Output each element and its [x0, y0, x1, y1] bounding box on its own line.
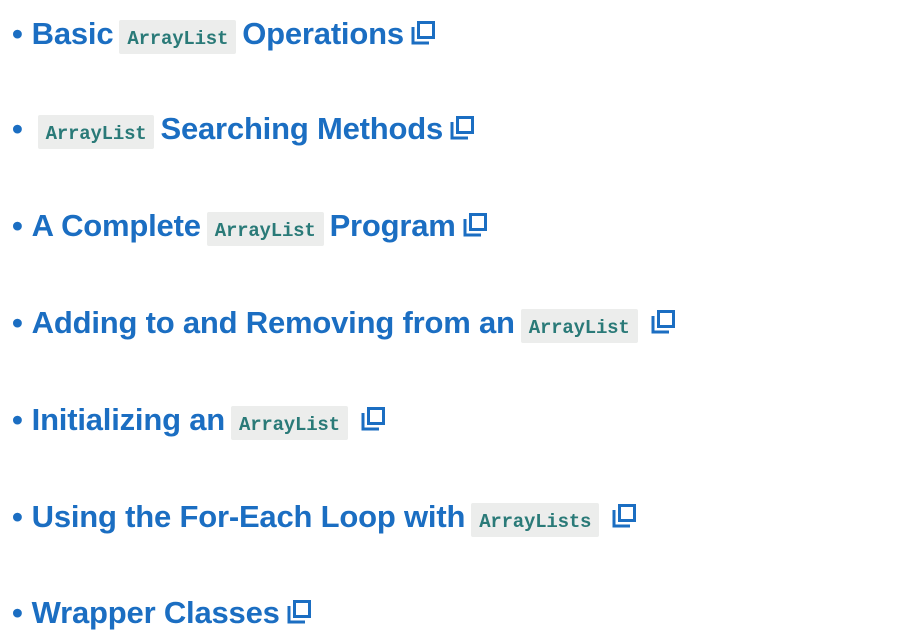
link-text: Initializing an	[31, 402, 226, 437]
list-bullet: •	[12, 208, 23, 243]
related-link[interactable]: Adding to and Removing from an ArrayList	[31, 305, 676, 343]
external-link-icon[interactable]	[410, 20, 436, 46]
list-bullet: •	[12, 305, 23, 340]
external-link-icon[interactable]	[462, 212, 488, 238]
inline-code: ArrayList	[520, 309, 638, 343]
link-text: Basic	[31, 16, 114, 51]
external-link-icon[interactable]	[360, 406, 386, 432]
inline-code: ArrayLists	[471, 503, 600, 537]
related-link[interactable]: A Complete ArrayList Program	[31, 208, 488, 246]
link-text: Searching Methods	[160, 111, 444, 146]
external-link-icon[interactable]	[650, 309, 676, 335]
list-item: • ArrayList Searching Methods	[12, 107, 475, 151]
related-link[interactable]: Basic ArrayList Operations	[31, 16, 436, 54]
list-item: • Basic ArrayList Operations	[12, 12, 436, 56]
list-item: • Adding to and Removing from an ArrayList	[12, 301, 676, 345]
link-text: Adding to and Removing from an	[31, 305, 515, 340]
list-bullet: •	[12, 111, 23, 146]
related-link[interactable]: Using the For-Each Loop with ArrayLists	[31, 499, 638, 537]
external-link-icon[interactable]	[286, 599, 312, 625]
external-link-icon[interactable]	[449, 115, 475, 141]
list-item: • Using the For-Each Loop with ArrayLists	[12, 495, 637, 539]
link-text: Program	[329, 208, 456, 243]
inline-code: ArrayList	[206, 212, 324, 246]
list-bullet: •	[12, 499, 23, 534]
related-link[interactable]: Wrapper Classes	[32, 595, 312, 631]
list-bullet: •	[12, 402, 23, 437]
link-text: Wrapper Classes	[31, 595, 280, 630]
list-item: • Wrapper Classes	[12, 591, 312, 635]
link-text: A Complete	[31, 208, 201, 243]
related-link[interactable]: ArrayList Searching Methods	[32, 111, 475, 149]
related-link[interactable]: Initializing an ArrayList	[31, 402, 386, 440]
external-link-icon[interactable]	[611, 503, 637, 529]
list-bullet: •	[12, 16, 23, 51]
list-item: • A Complete ArrayList Program	[12, 204, 488, 248]
inline-code: ArrayList	[119, 20, 237, 54]
inline-code: ArrayList	[37, 115, 155, 149]
list-item: • Initializing an ArrayList	[12, 398, 386, 442]
link-text: Operations	[242, 16, 404, 51]
link-text: Using the For-Each Loop with	[31, 499, 466, 534]
list-bullet: •	[12, 595, 23, 630]
inline-code: ArrayList	[231, 406, 348, 440]
